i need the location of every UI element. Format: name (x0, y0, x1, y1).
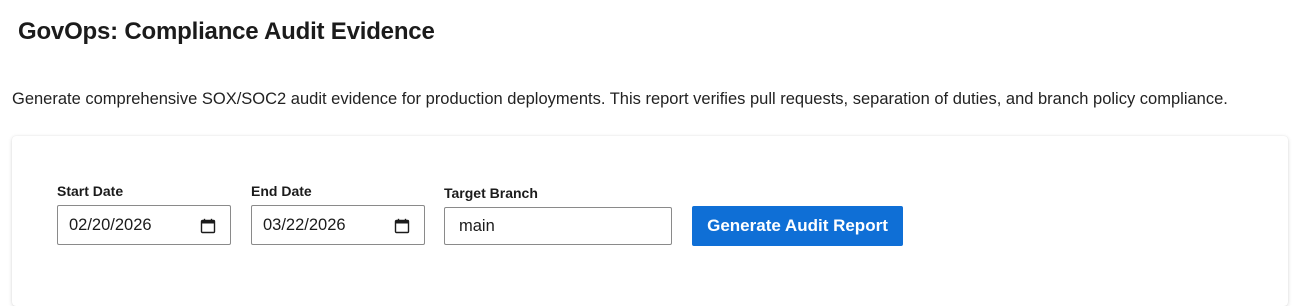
start-date-label: Start Date (57, 183, 124, 199)
page-title: GovOps: Compliance Audit Evidence (18, 18, 435, 45)
start-date-field: Start Date 02/20/2026 (57, 183, 231, 245)
calendar-icon[interactable] (200, 218, 216, 234)
generate-audit-report-button[interactable]: Generate Audit Report (692, 206, 903, 246)
end-date-input[interactable]: 03/22/2026 (251, 205, 425, 245)
page-description: Generate comprehensive SOX/SOC2 audit ev… (12, 90, 1228, 108)
target-branch-label: Target Branch (444, 185, 538, 201)
end-date-label: End Date (251, 183, 312, 199)
target-branch-input[interactable] (444, 207, 672, 245)
end-date-field: End Date 03/22/2026 (251, 183, 425, 245)
calendar-icon[interactable] (394, 218, 410, 234)
start-date-value: 02/20/2026 (69, 216, 152, 234)
audit-form-card: Start Date 02/20/2026 End Date 03/22/202… (12, 136, 1288, 306)
target-branch-field: Target Branch (444, 185, 672, 245)
start-date-input[interactable]: 02/20/2026 (57, 205, 231, 245)
end-date-value: 03/22/2026 (263, 216, 346, 234)
